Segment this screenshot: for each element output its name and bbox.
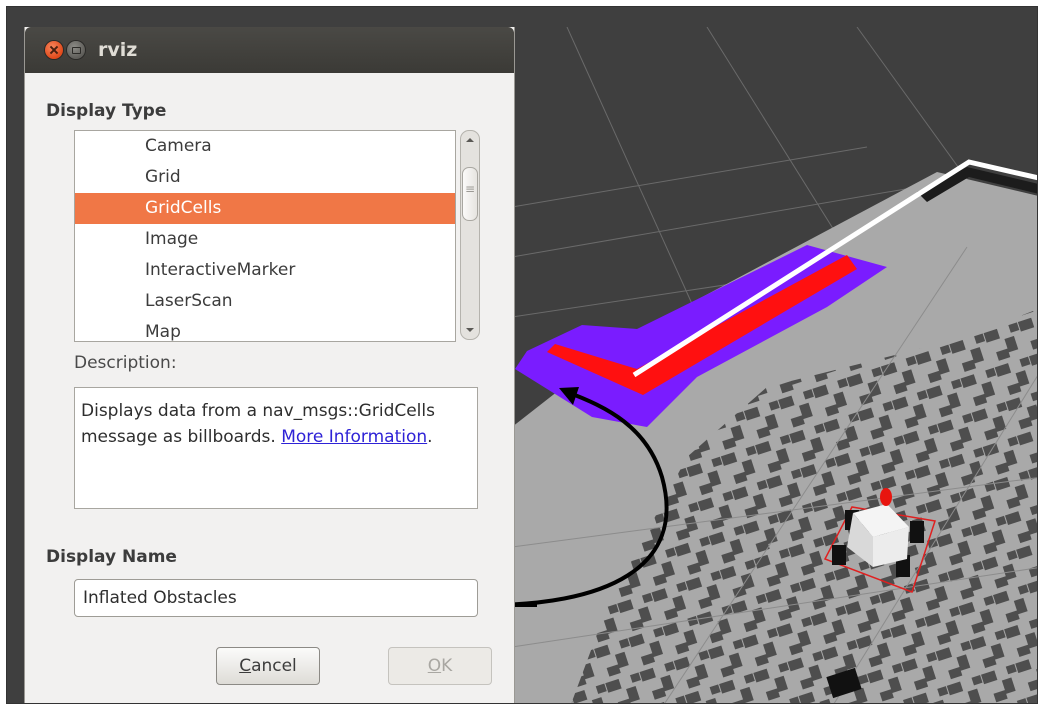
list-item-laserscan[interactable]: LaserScan [75, 286, 455, 317]
more-information-link[interactable]: More Information [281, 427, 427, 447]
new-display-dialog: rviz Display Type Camera Grid GridCells … [24, 27, 515, 703]
description-label: Description: [74, 353, 177, 373]
list-item-map[interactable]: Map [75, 317, 455, 341]
display-type-list[interactable]: Camera Grid GridCells Image InteractiveM… [74, 130, 456, 342]
description-trailing: . [427, 427, 433, 447]
close-icon[interactable] [45, 41, 63, 59]
description-box: Displays data from a nav_msgs::GridCells… [74, 387, 478, 509]
list-item-gridcells[interactable]: GridCells [75, 193, 455, 224]
screenshot-frame: rviz Display Type Camera Grid GridCells … [6, 6, 1038, 704]
display-type-heading: Display Type [46, 101, 167, 121]
rviz-3d-viewport[interactable] [512, 27, 1037, 703]
title-bar: rviz [25, 27, 514, 73]
list-item-camera[interactable]: Camera [75, 131, 455, 162]
list-item-grid[interactable]: Grid [75, 162, 455, 193]
cancel-button[interactable]: Cancel [216, 647, 320, 685]
window-title: rviz [98, 39, 138, 61]
display-name-heading: Display Name [46, 547, 177, 567]
minimize-icon[interactable] [67, 41, 85, 59]
scroll-down-icon[interactable] [466, 328, 474, 332]
list-scrollbar[interactable] [460, 130, 480, 340]
display-name-input[interactable]: Inflated Obstacles [74, 579, 478, 617]
ok-button[interactable]: OK [388, 647, 492, 685]
scroll-up-icon[interactable] [466, 138, 474, 142]
list-item-image[interactable]: Image [75, 224, 455, 255]
scene-canvas [512, 27, 1037, 703]
list-item-interactivemarker[interactable]: InteractiveMarker [75, 255, 455, 286]
scroll-thumb[interactable] [462, 167, 478, 221]
